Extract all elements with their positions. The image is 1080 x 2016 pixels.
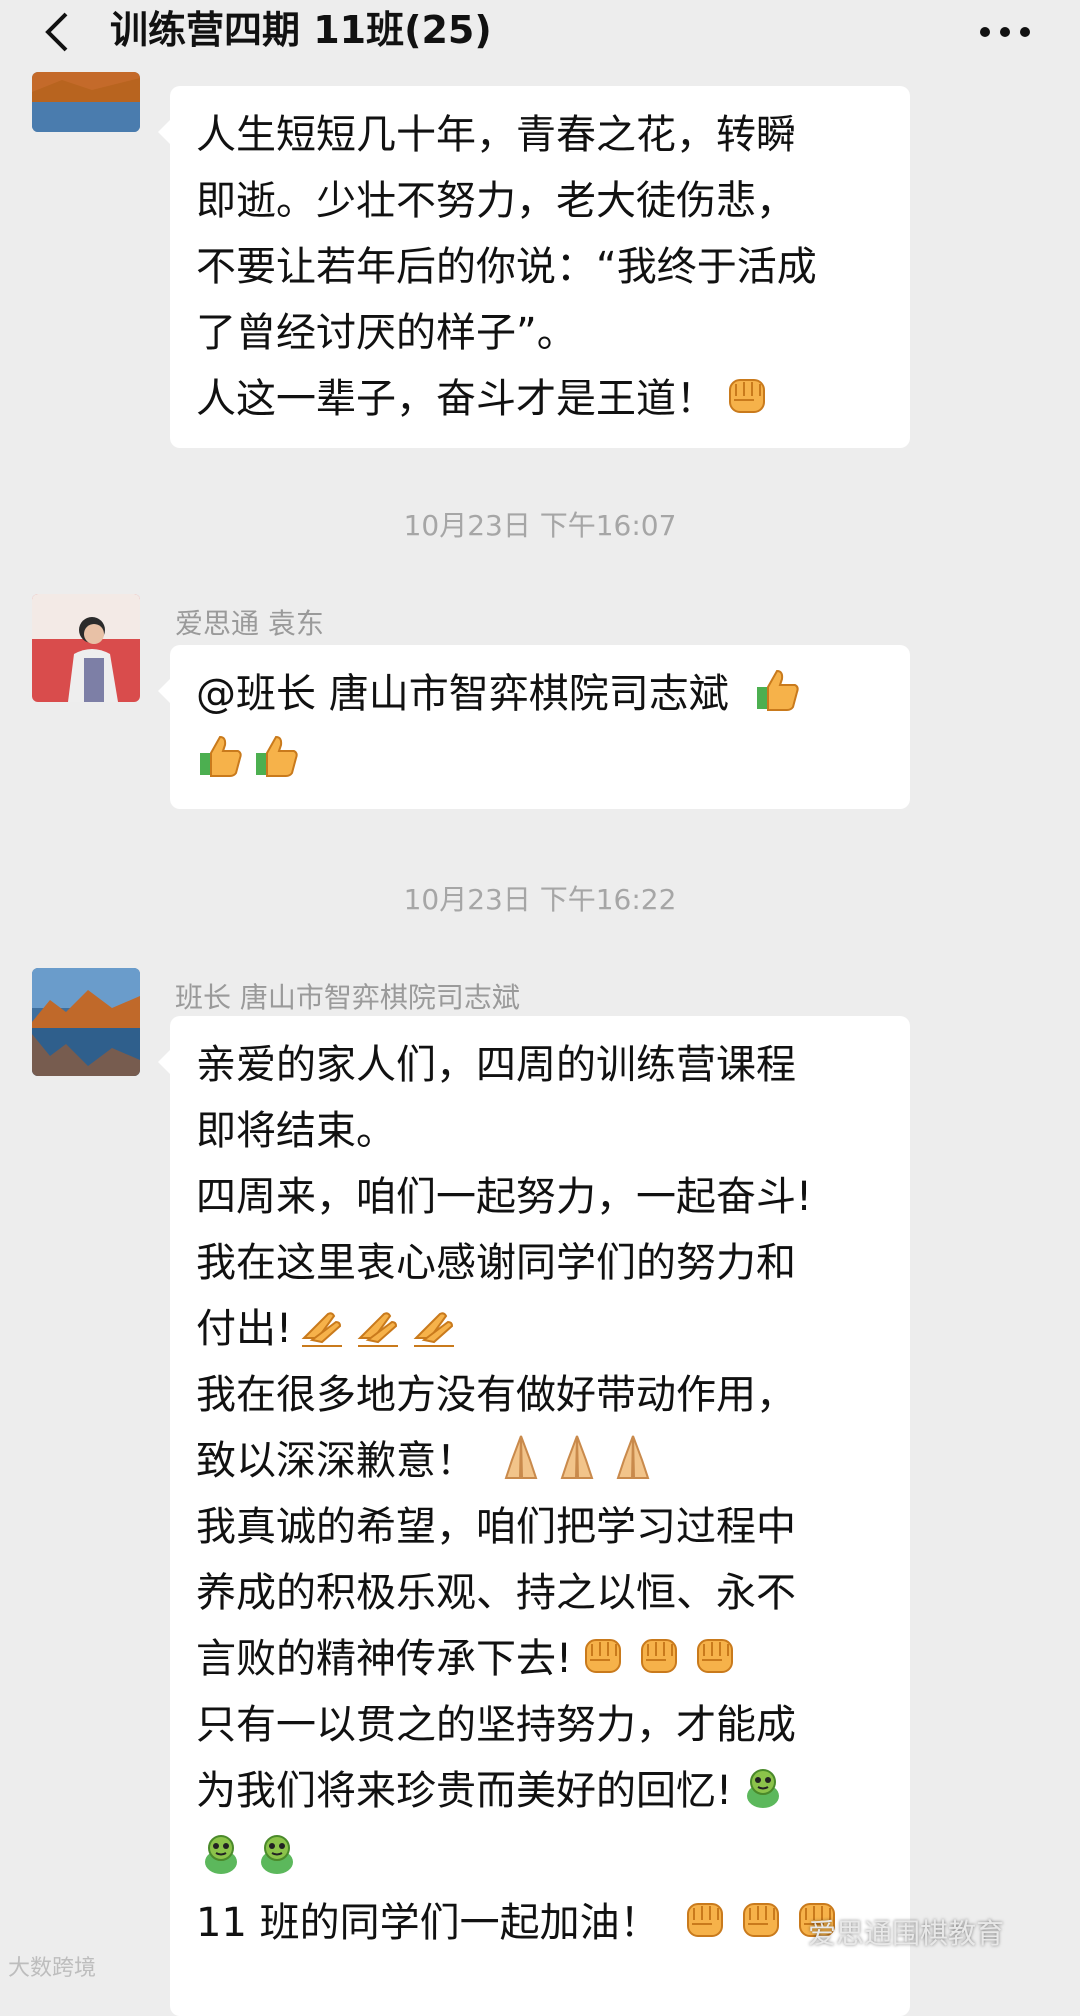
message-line: 不要让若年后的你说：“我终于活成 xyxy=(196,244,817,290)
message-line: 言败的精神传承下去! xyxy=(196,1626,884,1692)
thumbs-up-emoji xyxy=(196,731,246,781)
message-line: 人这一辈子，奋斗才是王道！ xyxy=(196,366,884,432)
fist-emoji xyxy=(736,1894,786,1944)
frog-emoji xyxy=(252,1828,302,1878)
chat-header: 训练营四期 11班(25) xyxy=(0,0,1080,66)
avatar[interactable] xyxy=(32,968,140,1076)
message-line: 致以深深歉意！ xyxy=(196,1428,884,1494)
message-line: 四周来，咱们一起努力，一起奋斗! xyxy=(196,1174,813,1220)
timestamp: 10月23日 下午16:22 xyxy=(403,883,677,916)
message-line: @班长 唐山市智弈棋院司志斌 xyxy=(196,661,884,727)
message-bubble: 亲爱的家人们，四周的训练营课程 即将结束。 四周来，咱们一起努力，一起奋斗! 我… xyxy=(158,1016,910,2016)
message-line: 11 班的同学们一起加油！ xyxy=(196,1890,884,1956)
clap-emoji xyxy=(354,1300,404,1350)
pray-emoji xyxy=(552,1432,602,1482)
frog-emoji xyxy=(738,1762,788,1812)
clap-emoji xyxy=(410,1300,460,1350)
message-line: 养成的积极乐观、持之以恒、永不 xyxy=(196,1570,796,1616)
sender-name: 爱思通 袁东 xyxy=(175,607,324,640)
thumbs-up-emoji xyxy=(252,731,302,781)
message-line: 人生短短几十年，青春之花，转瞬 xyxy=(196,112,796,158)
message-line: 只有一以贯之的坚持努力，才能成 xyxy=(196,1702,796,1748)
message-bubble: @班长 唐山市智弈棋院司志斌 xyxy=(158,645,910,809)
more-dots-icon[interactable] xyxy=(975,12,1035,52)
message-line xyxy=(196,1824,884,1890)
message-line: 即将结束。 xyxy=(196,1108,396,1154)
timestamp: 10月23日 下午16:07 xyxy=(403,509,677,542)
thumbs-up-emoji xyxy=(753,665,803,715)
message-line: 我在很多地方没有做好带动作用， xyxy=(196,1372,796,1418)
fist-emoji xyxy=(578,1630,628,1680)
chat-title: 训练营四期 11班(25) xyxy=(110,8,492,52)
message-line: 即逝。少壮不努力，老大徒伤悲， xyxy=(196,178,796,224)
watermark-right: 爱思通围棋教育 xyxy=(808,1917,1005,1950)
clap-emoji xyxy=(298,1300,348,1350)
pray-emoji xyxy=(496,1432,546,1482)
avatar[interactable] xyxy=(32,594,140,702)
watermark-left: 大数跨境 xyxy=(8,1956,97,1981)
fist-emoji xyxy=(634,1630,684,1680)
frog-emoji xyxy=(196,1828,246,1878)
fist-emoji xyxy=(722,370,772,420)
message-bubble: 人生短短几十年，青春之花，转瞬 即逝。少壮不努力，老大徒伤悲， 不要让若年后的你… xyxy=(158,86,910,448)
message-line: 为我们将来珍贵而美好的回忆! xyxy=(196,1758,884,1824)
avatar[interactable] xyxy=(32,72,140,132)
message-line: 亲爱的家人们，四周的训练营课程 xyxy=(196,1042,796,1088)
message-line xyxy=(196,727,884,793)
chevron-left-icon[interactable] xyxy=(38,10,78,54)
message-line: 付出! xyxy=(196,1296,884,1362)
message-line: 我真诚的希望，咱们把学习过程中 xyxy=(196,1504,796,1550)
fist-emoji xyxy=(690,1630,740,1680)
message-line: 我在这里衷心感谢同学们的努力和 xyxy=(196,1240,796,1286)
fist-emoji xyxy=(680,1894,730,1944)
pray-emoji xyxy=(608,1432,658,1482)
message-line: 了曾经讨厌的样子”。 xyxy=(196,310,577,356)
sender-name: 班长 唐山市智弈棋院司志斌 xyxy=(175,981,520,1014)
